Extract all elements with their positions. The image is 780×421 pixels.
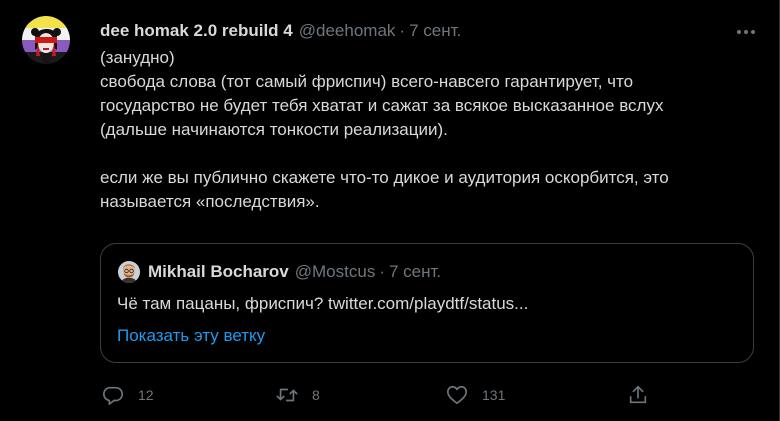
- tweet-text-line: (дальше начинаются тонкости реализации).: [100, 120, 448, 139]
- more-button[interactable]: [734, 20, 758, 44]
- quote-header: Mikhail Bocharov @Mostcus · 7 сент.: [148, 261, 441, 283]
- share-icon: [627, 384, 649, 406]
- quote-date: 7 сент.: [389, 262, 442, 281]
- retweet-icon: [276, 384, 298, 406]
- quote-header-separator: ·: [379, 262, 385, 281]
- reply-count: 12: [138, 387, 154, 403]
- tweet-text-line: свобода слова (тот самый фриспич) всего-…: [100, 72, 634, 91]
- tweet[interactable]: dee homak 2.0 rebuild 4 @deehomak · 7 се…: [0, 0, 780, 421]
- header-separator: ·: [399, 21, 406, 40]
- quote-text: Чё там пацаны, фриспич? twitter.com/play…: [117, 294, 529, 313]
- tweet-header: dee homak 2.0 rebuild 4 @deehomak · 7 се…: [100, 19, 461, 43]
- quote-author-name: Mikhail Bocharov: [148, 262, 289, 281]
- tweet-text-line: если же вы публично скажете что-то дикое…: [100, 168, 669, 187]
- reply-button[interactable]: 12: [102, 380, 154, 410]
- like-count: 131: [482, 387, 506, 403]
- tweet-text-line: называется «последствия».: [100, 192, 320, 211]
- quoted-tweet[interactable]: Mikhail Bocharov @Mostcus · 7 сент. Чё т…: [100, 243, 754, 363]
- share-button[interactable]: [627, 380, 649, 410]
- heart-icon: [446, 384, 468, 406]
- tweet-text: (занудно) свобода слова (тот самый фрисп…: [100, 46, 760, 214]
- show-thread-link[interactable]: Показать эту ветку: [117, 324, 265, 348]
- quote-author-handle: @Mostcus: [294, 262, 376, 281]
- tweet-text-line: (занудно): [100, 48, 175, 67]
- more-icon: [734, 20, 758, 44]
- retweet-button[interactable]: 8: [276, 380, 320, 410]
- tweet-date[interactable]: 7 сент.: [409, 21, 461, 41]
- tweet-text-gap: [100, 142, 760, 166]
- quote-author-avatar: [118, 261, 140, 283]
- like-button[interactable]: 131: [446, 380, 505, 410]
- reply-icon: [102, 384, 124, 406]
- author-handle[interactable]: @deehomak: [299, 21, 396, 41]
- action-bar: 12 8 131: [100, 380, 660, 410]
- author-avatar[interactable]: [22, 16, 70, 64]
- author-name[interactable]: dee homak 2.0 rebuild 4: [100, 21, 293, 41]
- tweet-text-line: государство не будет тебя хватат и сажат…: [100, 96, 664, 115]
- retweet-count: 8: [312, 387, 320, 403]
